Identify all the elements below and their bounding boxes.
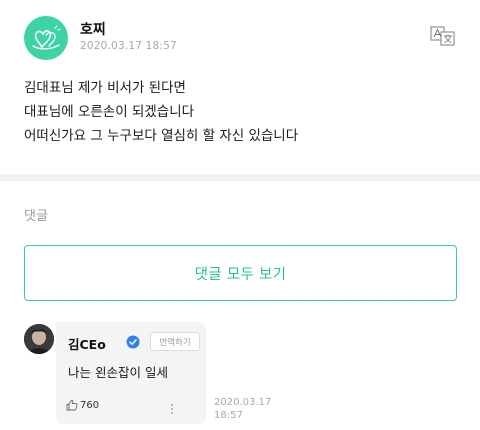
post-header: 호찌 2020.03.17 18:57 xyxy=(24,16,464,60)
doodle-heart-icon xyxy=(32,25,61,50)
profile-photo-icon xyxy=(24,324,54,354)
post-text-line: 어떠신가요 그 누구보다 열심히 할 자신 있습니다 xyxy=(24,128,299,144)
post-author-name[interactable]: 호찌 xyxy=(80,19,106,39)
comment-date: 2020.03.17 18:57 xyxy=(214,396,274,422)
comment-text: 나는 왼손잡이 일세 xyxy=(68,365,168,380)
post-body: 김대표님 제가 비서가 된다면 대표님에 오른손이 되겠습니다 어떠신가요 그 … xyxy=(24,76,464,148)
view-all-comments-button[interactable]: 댓글 모두 보기 xyxy=(24,245,457,301)
comment-author-name[interactable]: 김CEo xyxy=(68,334,106,353)
comment-date-day: 2020.03.17 xyxy=(214,397,272,408)
comment-item: 김CEo 번역하기 나는 왼손잡이 일세 760 2020.03.17 18:5… xyxy=(24,322,464,430)
comment-author-avatar[interactable] xyxy=(24,324,54,354)
like-count: 760 xyxy=(80,399,100,411)
view-all-comments-label: 댓글 모두 보기 xyxy=(194,266,287,283)
like-button[interactable]: 760 xyxy=(66,399,99,411)
thumbs-up-icon xyxy=(66,399,78,411)
comment-bubble: 김CEo 번역하기 나는 왼손잡이 일세 760 xyxy=(56,322,206,424)
author-avatar[interactable] xyxy=(24,16,68,60)
comment-more-button[interactable] xyxy=(166,400,178,414)
post-text-line: 대표님에 오른손이 되겠습니다 xyxy=(24,104,195,120)
post-text-line: 김대표님 제가 비서가 된다면 xyxy=(24,80,186,96)
more-icon xyxy=(171,404,173,414)
verified-icon xyxy=(126,334,140,349)
section-divider xyxy=(0,174,480,181)
comment-date-time: 18:57 xyxy=(214,410,243,421)
translate-icon xyxy=(430,26,455,46)
post-date: 2020.03.17 18:57 xyxy=(80,40,177,52)
comments-section-label: 댓글 xyxy=(24,209,48,224)
translate-button[interactable] xyxy=(430,24,458,48)
comment-translate-button[interactable]: 번역하기 xyxy=(150,332,200,351)
